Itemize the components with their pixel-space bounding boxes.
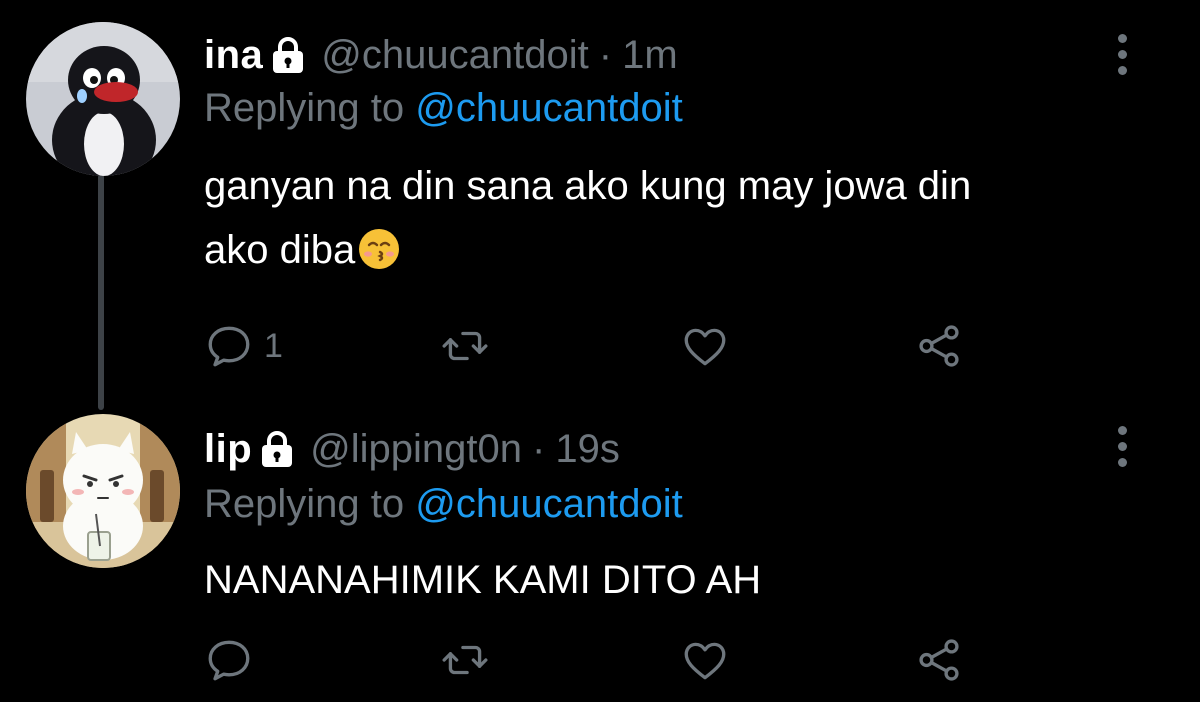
lock-icon (262, 431, 293, 467)
replying-to-label: Replying to (204, 86, 405, 130)
cartoon-cat-avatar-image (26, 414, 180, 568)
penguin-avatar-image (26, 22, 180, 176)
more-dot (1117, 441, 1127, 451)
more-dot (1117, 65, 1127, 75)
tweet-text-line: ako diba (204, 228, 356, 272)
tweet-actions (204, 632, 984, 688)
timestamp[interactable]: 19s (555, 427, 620, 472)
retweet-button[interactable] (440, 632, 490, 688)
kissing-face-emoji-icon (359, 229, 400, 269)
reply-button[interactable] (204, 632, 254, 688)
more-options-button[interactable] (1104, 418, 1140, 474)
reply-button[interactable]: 1 (204, 318, 283, 374)
tweet-text: ganyan na din sana ako kung may jowa din… (204, 154, 1144, 282)
share-button[interactable] (914, 318, 964, 374)
avatar-cartoon-cat[interactable] (26, 414, 180, 568)
tweet-header: ina @chuucantdoit · 1m (204, 26, 678, 84)
tweet-text-line: NANANAHIMIK KAMI DITO AH (204, 558, 762, 602)
retweet-icon (442, 331, 488, 361)
replying-to-mention[interactable]: @chuucantdoit (415, 482, 682, 526)
avatar-penguin[interactable] (26, 22, 180, 176)
handle[interactable]: @lippingt0n (310, 427, 522, 472)
share-icon (919, 639, 959, 681)
replying-to-mention[interactable]: @chuucantdoit (415, 86, 682, 130)
retweet-button[interactable] (440, 318, 490, 374)
tweet-text-line-2: ako diba (204, 218, 1144, 282)
reply-icon (208, 640, 250, 681)
share-button[interactable] (914, 632, 964, 688)
like-icon (684, 642, 726, 680)
reply-count: 1 (264, 326, 283, 365)
tweet[interactable]: lip @lippingt0n · 19s Replying to @chuuc… (0, 400, 1200, 702)
display-name[interactable]: lip (204, 427, 252, 472)
more-dot (1117, 457, 1127, 467)
retweet-icon (442, 645, 488, 675)
replying-to-label: Replying to (204, 482, 405, 526)
replying-to-line: Replying to @chuucantdoit (204, 86, 683, 131)
tweet[interactable]: ina @chuucantdoit · 1m Replying to @chuu… (0, 0, 1200, 400)
more-options-button[interactable] (1104, 26, 1140, 82)
timestamp[interactable]: 1m (622, 33, 678, 78)
replying-to-line: Replying to @chuucantdoit (204, 482, 683, 527)
tweet-text: NANANAHIMIK KAMI DITO AH (204, 548, 1144, 612)
handle[interactable]: @chuucantdoit (321, 33, 588, 78)
like-button[interactable] (680, 318, 730, 374)
tweet-actions: 1 (204, 318, 984, 374)
more-dot (1117, 33, 1127, 43)
like-button[interactable] (680, 632, 730, 688)
display-name[interactable]: ina (204, 33, 263, 78)
more-dot (1117, 49, 1127, 59)
tweet-header: lip @lippingt0n · 19s (204, 420, 620, 478)
like-icon (684, 328, 726, 366)
separator: · (532, 426, 546, 471)
lock-icon (273, 37, 304, 73)
share-icon (919, 325, 959, 367)
reply-icon (208, 326, 250, 367)
tweet-text-line: ganyan na din sana ako kung may jowa din (204, 164, 972, 208)
more-dot (1117, 425, 1127, 435)
separator: · (598, 32, 613, 77)
